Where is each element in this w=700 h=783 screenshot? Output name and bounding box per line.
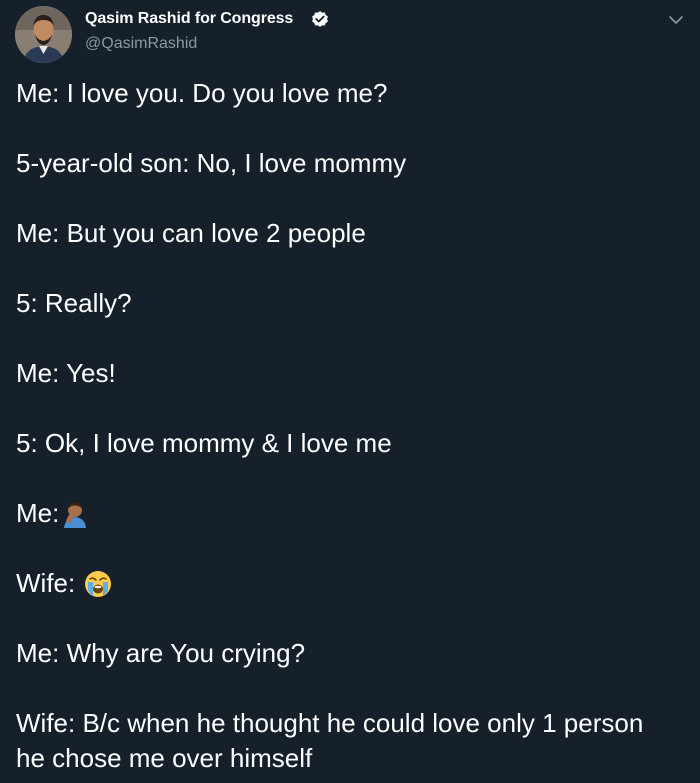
verified-badge-icon [312,11,328,27]
avatar[interactable] [15,6,72,63]
tweet-line: Wife: B/c when he thought he could love … [16,708,644,738]
author-display-name[interactable]: Qasim Rashid for Congress [85,10,293,28]
tweet-line: Me: I love you. Do you love me? [16,78,388,108]
tweet-line: Me: Yes! [16,358,116,388]
tweet-line-text: Me: [16,498,60,528]
tweet-line: 5: Really? [16,288,132,318]
tweet-line: Me: Why are You crying? [16,638,306,668]
tweet-line: he chose me over himself [16,743,313,773]
tweet-line-text: Wife: [16,568,76,598]
author-handle[interactable]: @QasimRashid [85,35,197,53]
tweet-line-with-emoji: Me: [16,496,696,531]
loudly-crying-face-emoji [85,571,112,597]
avatar-photo [15,6,72,63]
chevron-down-icon[interactable] [665,9,687,31]
man-facepalming-emoji [64,502,87,528]
tweet-line: 5: Ok, I love mommy & I love me [16,428,392,458]
tweet-line: Me: But you can love 2 people [16,218,366,248]
tweet: Qasim Rashid for Congress @QasimRashid M… [0,0,700,783]
tweet-line: 5-year-old son: No, I love mommy [16,148,407,178]
tweet-line-with-emoji: Wife: [16,566,696,601]
tweet-text: Me: I love you. Do you love me? 5-year-o… [16,76,696,776]
